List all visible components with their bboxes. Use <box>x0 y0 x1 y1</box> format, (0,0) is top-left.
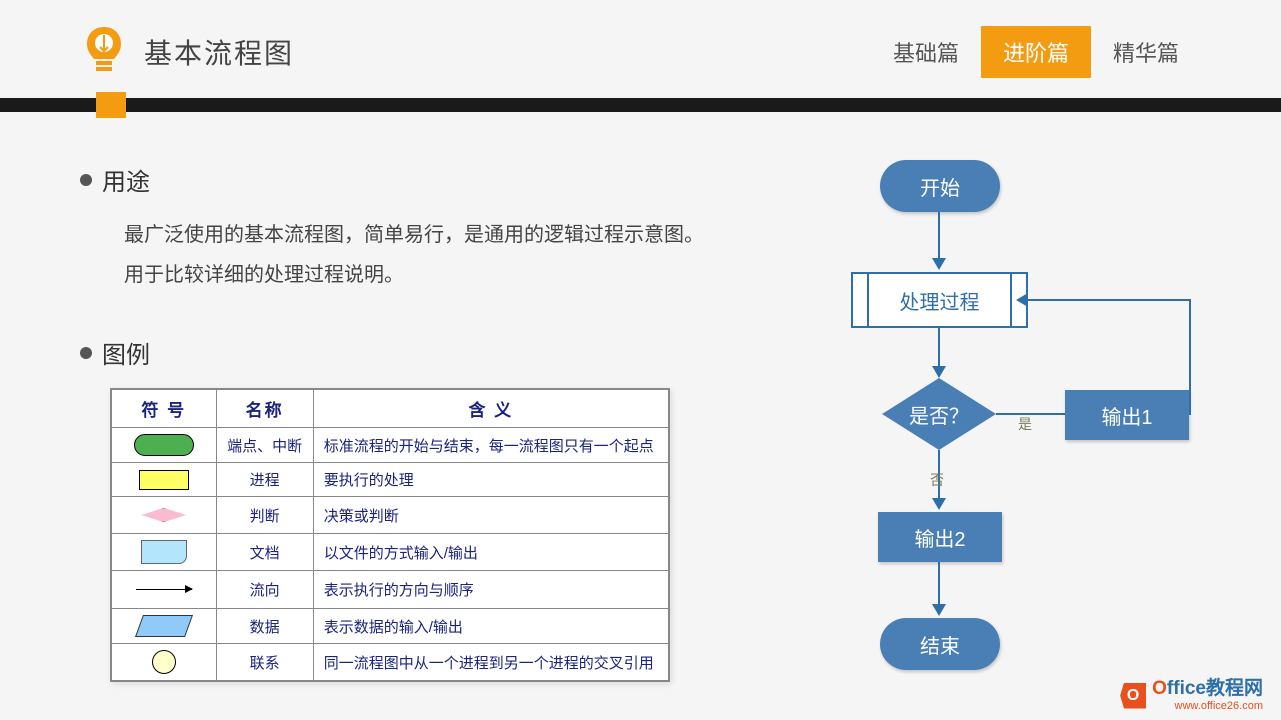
name-cell: 数据 <box>216 609 313 644</box>
meaning-cell: 决策或判断 <box>313 497 669 534</box>
symbol-data <box>111 609 216 644</box>
table-row: 判断 决策或判断 <box>111 497 669 534</box>
col-symbol: 符 号 <box>111 389 216 428</box>
flow-arrow <box>1189 300 1191 415</box>
meaning-cell: 表示执行的方向与顺序 <box>313 571 669 609</box>
symbol-process <box>111 463 216 497</box>
flow-arrow <box>938 328 940 368</box>
tab-essence[interactable]: 精华篇 <box>1091 26 1201 78</box>
marker-icon <box>96 92 126 118</box>
flow-arrow <box>1028 299 1191 301</box>
header: 基本流程图 基础篇 进阶篇 精华篇 <box>0 0 1281 98</box>
name-cell: 流向 <box>216 571 313 609</box>
watermark-url: www.office26.com <box>1152 700 1263 712</box>
watermark-brand: Office教程网 <box>1152 679 1263 700</box>
label-no: 否 <box>930 470 944 490</box>
meaning-cell: 以文件的方式输入/输出 <box>313 534 669 571</box>
tabs: 基础篇 进阶篇 精华篇 <box>871 26 1201 78</box>
symbol-decision <box>111 497 216 534</box>
symbol-terminal <box>111 428 216 463</box>
symbol-arrow <box>111 571 216 609</box>
name-cell: 端点、中断 <box>216 428 313 463</box>
meaning-cell: 标准流程的开始与结束，每一流程图只有一个起点 <box>313 428 669 463</box>
table-row: 文档 以文件的方式输入/输出 <box>111 534 669 571</box>
watermark: O Office教程网 www.office26.com <box>1120 679 1263 712</box>
arrow-down-icon <box>932 258 946 270</box>
lightbulb-icon <box>80 24 128 80</box>
meaning-cell: 要执行的处理 <box>313 463 669 497</box>
flowchart: 开始 处理过程 是否？ 是 输出1 否 输出2 结束 <box>840 150 1220 690</box>
tab-advanced[interactable]: 进阶篇 <box>981 26 1091 78</box>
flow-arrow <box>938 562 940 606</box>
arrow-left-icon <box>1016 293 1028 307</box>
page-title: 基本流程图 <box>144 32 294 72</box>
arrow-down-icon <box>932 366 946 378</box>
legend-heading-text: 图例 <box>102 335 150 370</box>
bullet-icon <box>80 347 92 359</box>
flow-start: 开始 <box>880 160 1000 212</box>
flow-output2: 输出2 <box>878 512 1002 562</box>
label-yes: 是 <box>1018 414 1032 434</box>
legend-table: 符 号 名称 含 义 端点、中断 标准流程的开始与结束，每一流程图只有一个起点 … <box>110 388 670 682</box>
usage-line1: 最广泛使用的基本流程图，简单易行，是通用的逻辑过程示意图。 <box>124 215 720 255</box>
flow-arrow <box>938 212 940 260</box>
meaning-cell: 表示数据的输入/输出 <box>313 609 669 644</box>
flow-process: 处理过程 <box>865 272 1014 328</box>
flow-output1: 输出1 <box>1065 390 1189 440</box>
col-meaning: 含 义 <box>313 389 669 428</box>
table-row: 进程 要执行的处理 <box>111 463 669 497</box>
symbol-connector <box>111 644 216 682</box>
table-row: 端点、中断 标准流程的开始与结束，每一流程图只有一个起点 <box>111 428 669 463</box>
watermark-icon: O <box>1120 683 1146 709</box>
col-name: 名称 <box>216 389 313 428</box>
name-cell: 判断 <box>216 497 313 534</box>
meaning-cell: 同一流程图中从一个进程到另一个进程的交叉引用 <box>313 644 669 682</box>
brand-rest: ffice教程网 <box>1167 678 1263 699</box>
arrow-down-icon <box>932 498 946 510</box>
bullet-icon <box>80 174 92 186</box>
usage-description: 最广泛使用的基本流程图，简单易行，是通用的逻辑过程示意图。 用于比较详细的处理过… <box>124 215 720 295</box>
brand-first-letter: O <box>1152 678 1167 699</box>
symbol-document <box>111 534 216 571</box>
table-row: 流向 表示执行的方向与顺序 <box>111 571 669 609</box>
tab-basic[interactable]: 基础篇 <box>871 26 981 78</box>
name-cell: 联系 <box>216 644 313 682</box>
divider-bar <box>0 98 1281 112</box>
table-row: 联系 同一流程图中从一个进程到另一个进程的交叉引用 <box>111 644 669 682</box>
flow-decision: 是否？ <box>882 378 996 450</box>
usage-line2: 用于比较详细的处理过程说明。 <box>124 255 720 295</box>
title-group: 基本流程图 <box>80 24 294 80</box>
name-cell: 文档 <box>216 534 313 571</box>
table-row: 数据 表示数据的输入/输出 <box>111 609 669 644</box>
legend-heading: 图例 <box>80 335 720 370</box>
table-header-row: 符 号 名称 含 义 <box>111 389 669 428</box>
flow-end: 结束 <box>880 618 1000 670</box>
usage-heading-text: 用途 <box>102 162 150 197</box>
arrow-down-icon <box>932 604 946 616</box>
watermark-text: Office教程网 www.office26.com <box>1152 679 1263 712</box>
left-column: 用途 最广泛使用的基本流程图，简单易行，是通用的逻辑过程示意图。 用于比较详细的… <box>80 162 720 682</box>
name-cell: 进程 <box>216 463 313 497</box>
usage-heading: 用途 <box>80 162 720 197</box>
